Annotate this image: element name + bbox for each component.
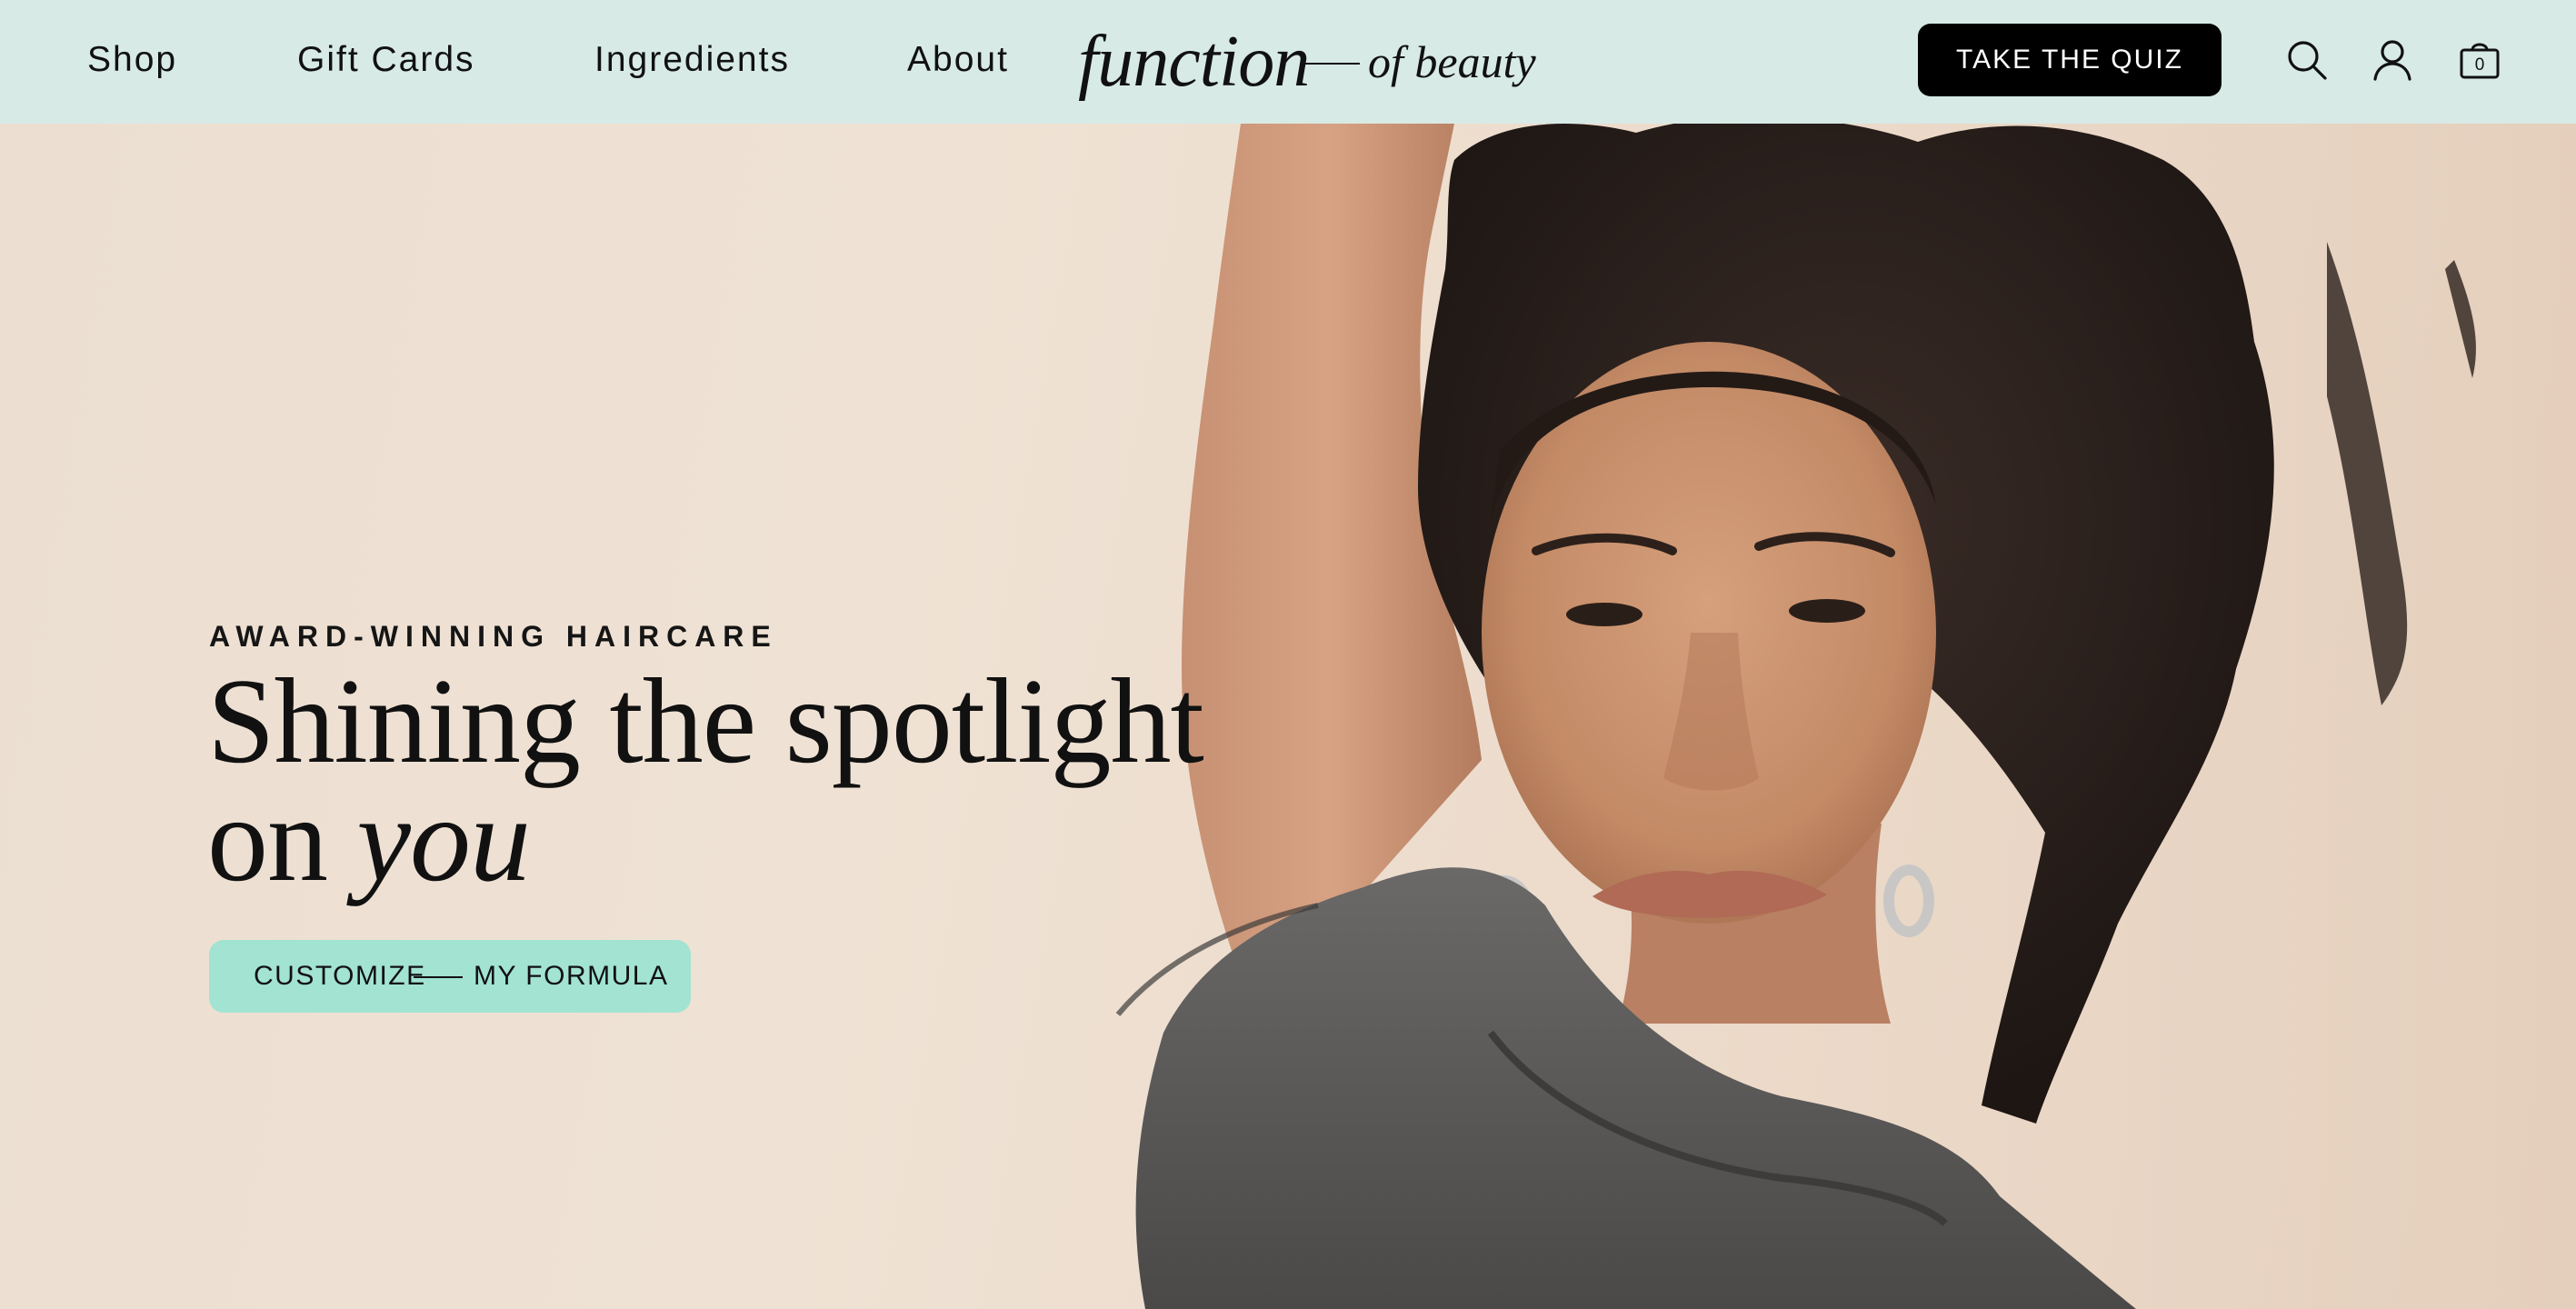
account-icon[interactable] <box>2369 36 2416 84</box>
cta-dash <box>414 976 463 978</box>
logo-wordmark-main: function <box>1078 22 1310 102</box>
nav-link-ingredients[interactable]: Ingredients <box>594 36 790 84</box>
headline-line-2-prefix: on <box>207 772 328 906</box>
take-quiz-button[interactable]: TAKE THE QUIZ <box>1918 24 2222 96</box>
logo-wordmark-sub: of beauty <box>1368 36 1536 87</box>
hero-headline: Shining the spotlight on you <box>207 660 1204 900</box>
nav-link-gift-cards[interactable]: Gift Cards <box>297 36 475 84</box>
cta-label-my-formula: MY FORMULA <box>474 961 669 991</box>
headline-line-1: Shining the spotlight <box>207 654 1204 788</box>
customize-formula-button[interactable]: CUSTOMIZE MY FORMULA <box>209 940 691 1013</box>
nav-link-about[interactable]: About <box>907 36 1009 84</box>
nav-link-shop[interactable]: Shop <box>87 36 177 84</box>
site-logo[interactable]: function of beauty <box>1074 13 1536 104</box>
logo-dash <box>1300 63 1360 65</box>
cart-count-badge: 0 <box>2474 55 2485 75</box>
hero-eyebrow-label: AWARD-WINNING HAIRCARE <box>209 620 778 653</box>
site-header: Shop Gift Cards Ingredients About functi… <box>0 0 2576 124</box>
cta-label-customize: CUSTOMIZE <box>254 961 426 991</box>
headline-line-2-emphasis: you <box>356 772 531 906</box>
search-icon[interactable] <box>2283 36 2331 84</box>
shopping-bag-icon[interactable]: 0 <box>2456 36 2503 84</box>
